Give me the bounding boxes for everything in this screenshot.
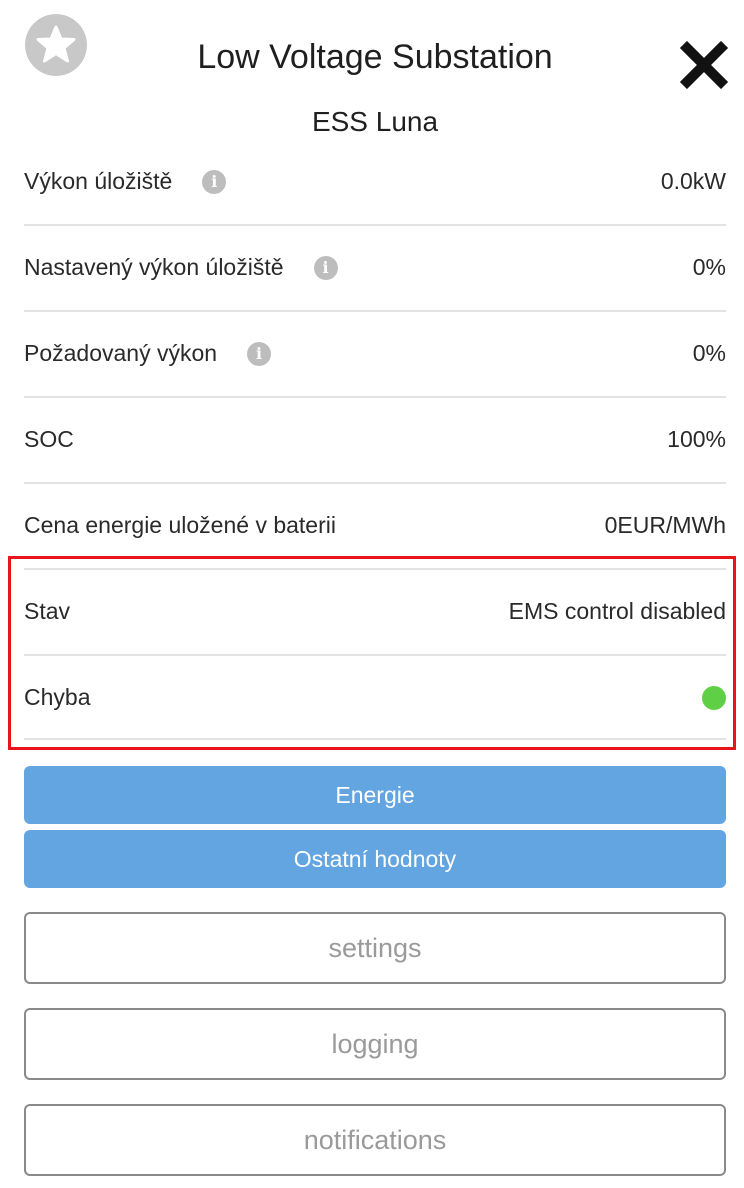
row-value-soc: 100%: [667, 426, 726, 452]
dialog-header: Low Voltage Substation ESS Luna: [0, 0, 744, 160]
other-values-button[interactable]: Ostatní hodnoty: [24, 830, 726, 888]
row-label-soc: SOC: [24, 426, 74, 452]
info-icon[interactable]: i: [313, 255, 338, 280]
list-item: Nastavený výkon úložiště i 0%: [24, 226, 726, 312]
row-value-nastaveny-vykon: 0%: [692, 254, 726, 280]
highlight-box: [8, 556, 736, 750]
row-label-vykon: Výkon úložiště: [24, 168, 173, 194]
star-icon[interactable]: [25, 14, 87, 76]
row-label-pozadovany-vykon: Požadovaný výkon: [24, 340, 218, 366]
list-item: SOC 100%: [24, 398, 726, 484]
settings-button[interactable]: settings: [24, 912, 726, 984]
row-label-cena-energie: Cena energie uložené v baterii: [24, 512, 336, 538]
notifications-button[interactable]: notifications: [24, 1104, 726, 1176]
list-item: Požadovaný výkon i 0%: [24, 312, 726, 398]
close-icon[interactable]: [679, 40, 729, 90]
info-icon[interactable]: i: [202, 169, 227, 194]
page-title: Low Voltage Substation: [197, 38, 553, 76]
energie-button[interactable]: Energie: [24, 766, 726, 824]
row-value-cena-energie: 0EUR/MWh: [604, 512, 726, 538]
device-name: ESS Luna: [311, 106, 439, 137]
row-value-vykon: 0.0kW: [660, 168, 726, 194]
logging-button[interactable]: logging: [24, 1008, 726, 1080]
values-list: Výkon úložiště i 0.0kW Nastavený výkon ú…: [24, 140, 726, 570]
info-icon[interactable]: i: [247, 341, 272, 366]
row-label-nastaveny-vykon: Nastavený výkon úložiště: [24, 254, 284, 280]
list-item: Výkon úložiště i 0.0kW: [24, 140, 726, 226]
row-value-pozadovany-vykon: 0%: [692, 340, 726, 366]
